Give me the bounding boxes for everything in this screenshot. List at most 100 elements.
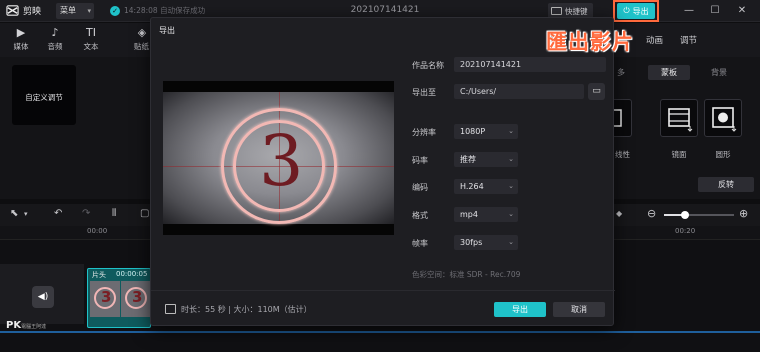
- menu-label: 菜单: [60, 6, 76, 15]
- video-clip[interactable]: 片头 00:00:05 3 3: [87, 268, 151, 328]
- media-toolbar: ▶ 媒体 ♪ 音频 TI 文本 ◈ 贴纸: [0, 23, 150, 57]
- dialog-footer: 时长：55 秒 | 大小：110M（估计） 导出 取消: [151, 290, 615, 327]
- sticker-icon: ◈: [137, 26, 147, 39]
- export-highlight-box: [613, 0, 659, 22]
- capcut-logo-icon: [6, 5, 19, 16]
- export-dialog: 导出 3 作品名称 202107141421 导出至 C:/Users/ ▭ 分…: [150, 17, 615, 327]
- tool-media[interactable]: ▶ 媒体: [6, 26, 36, 52]
- folder-icon[interactable]: ▭: [588, 83, 605, 100]
- segment-partial[interactable]: 多: [614, 65, 628, 80]
- autosave-text: 14:28:08 自动保存成功: [124, 6, 206, 15]
- zoom-slider-knob[interactable]: [681, 211, 689, 219]
- circle-mask-icon: [712, 107, 737, 132]
- preset-card-label: 自定义调节: [25, 93, 63, 102]
- redo-icon[interactable]: ↷: [82, 208, 90, 219]
- ruler-tick: 00:20: [675, 227, 696, 235]
- film-icon: [165, 304, 176, 314]
- export-annotation: 匯出影片: [546, 30, 634, 54]
- mask-circle[interactable]: [704, 99, 742, 137]
- tool-label: 媒体: [13, 42, 29, 51]
- app-name: 剪映: [23, 7, 42, 17]
- codec-label: 编码: [412, 183, 428, 192]
- check-icon: ✓: [110, 5, 120, 16]
- chevron-down-icon: ⌄: [508, 238, 514, 246]
- chevron-down-icon: ⌄: [508, 155, 514, 163]
- right-panel-body: 多 蒙板 背景 线性 镜面 圆形 反转: [607, 57, 760, 199]
- track-baseline: [0, 331, 760, 333]
- window-title: 202107141421: [350, 5, 420, 15]
- ruler-tick: 00:00: [87, 227, 108, 235]
- chevron-down-icon: ⌄: [508, 182, 514, 190]
- name-input[interactable]: 202107141421: [454, 57, 606, 72]
- resolution-select[interactable]: 1080P ⌄: [454, 124, 518, 139]
- clip-label: 片头: [92, 271, 106, 279]
- mask-mirror[interactable]: [660, 99, 698, 137]
- bitrate-value: 推荐: [460, 155, 476, 164]
- audio-icon: ♪: [51, 26, 59, 39]
- export-preview: 3: [163, 81, 394, 235]
- fps-select[interactable]: 30fps ⌄: [454, 235, 518, 250]
- zoom-in-icon[interactable]: ⊕: [739, 207, 748, 220]
- clip-thumbnail: 3: [121, 281, 150, 317]
- minimize-icon[interactable]: —: [682, 4, 696, 18]
- undo-icon[interactable]: ↶: [54, 208, 62, 219]
- media-panel: 自定义调节: [0, 57, 150, 199]
- codec-select[interactable]: H.264 ⌄: [454, 179, 518, 194]
- pointer-icon[interactable]: ⬉: [10, 208, 18, 219]
- tool-label: 贴纸: [134, 42, 149, 51]
- watermark-logo: PK電腦王阿達: [6, 320, 47, 331]
- tool-audio[interactable]: ♪ 音频: [40, 26, 70, 52]
- fps-label: 帧率: [412, 239, 428, 248]
- chevron-down-icon[interactable]: ▾: [24, 210, 28, 218]
- mirror-mask-icon: [668, 108, 693, 132]
- codec-value: H.264: [460, 182, 484, 191]
- clip-thumbnail: 3: [90, 281, 120, 317]
- delete-icon[interactable]: ▢: [140, 208, 149, 219]
- path-label: 导出至: [412, 88, 436, 97]
- tool-label: 音频: [47, 42, 63, 51]
- cancel-button[interactable]: 取消: [553, 302, 605, 317]
- segment-background[interactable]: 背景: [698, 65, 740, 80]
- fps-value: 30fps: [460, 238, 483, 247]
- tab-adjust[interactable]: 调节: [680, 34, 697, 46]
- export-button[interactable]: 导出: [494, 302, 546, 317]
- tab-animation[interactable]: 动画: [646, 34, 663, 46]
- format-label: 格式: [412, 211, 428, 220]
- marker-icon[interactable]: ◆: [616, 209, 622, 218]
- tool-text[interactable]: TI 文本: [76, 26, 106, 52]
- volume-icon[interactable]: ◀): [32, 286, 54, 308]
- track-header: ◀): [0, 264, 84, 324]
- chevron-down-icon: ⌄: [508, 127, 514, 135]
- split-icon[interactable]: ⫴: [112, 208, 116, 219]
- dialog-title: 导出: [159, 26, 175, 35]
- app-logo: 剪映: [6, 4, 41, 17]
- bitrate-select[interactable]: 推荐 ⌄: [454, 152, 518, 167]
- preset-card[interactable]: 自定义调节: [12, 65, 76, 125]
- media-icon: ▶: [16, 26, 26, 39]
- countdown-number: 3: [259, 120, 304, 202]
- reverse-button[interactable]: 反转: [698, 177, 754, 192]
- keyboard-icon: [551, 7, 562, 15]
- menu-dropdown[interactable]: 菜单 ▾: [56, 3, 94, 19]
- right-panel-tabs: 动画 调节: [612, 23, 760, 57]
- text-icon: TI: [86, 26, 96, 39]
- name-label: 作品名称: [412, 61, 444, 70]
- export-info: 时长：55 秒 | 大小：110M（估计）: [181, 305, 312, 314]
- tool-sticker[interactable]: ◈ 贴纸: [134, 26, 150, 52]
- path-input[interactable]: C:/Users/: [454, 84, 584, 99]
- zoom-out-icon[interactable]: ⊖: [647, 207, 656, 220]
- countdown-frame: 3: [163, 92, 394, 224]
- bitrate-label: 码率: [412, 156, 428, 165]
- chevron-down-icon: ⌄: [508, 210, 514, 218]
- format-select[interactable]: mp4 ⌄: [454, 207, 518, 222]
- close-icon[interactable]: ✕: [735, 4, 749, 18]
- chevron-down-icon: ▾: [87, 7, 91, 15]
- shortcut-label: 快捷键: [565, 6, 588, 16]
- zoom-slider[interactable]: [664, 211, 734, 219]
- format-value: mp4: [460, 210, 478, 219]
- resolution-label: 分辨率: [412, 128, 436, 137]
- maximize-icon[interactable]: ☐: [708, 4, 722, 18]
- segment-mask[interactable]: 蒙板: [648, 65, 690, 80]
- clip-duration: 00:00:05: [116, 270, 148, 278]
- autosave-status: ✓ 14:28:08 自动保存成功: [110, 5, 205, 16]
